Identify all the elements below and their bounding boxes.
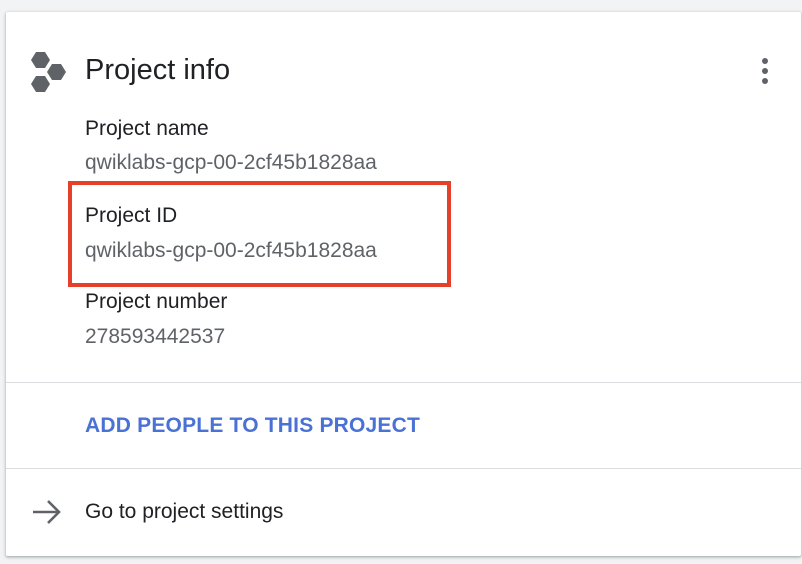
project-info-card: Project info Project name qwiklabs-gcp-0… — [6, 12, 801, 556]
project-settings-label: Go to project settings — [85, 500, 284, 523]
project-id-label: Project ID — [85, 204, 178, 227]
more-vert-icon-dot — [762, 78, 768, 84]
more-options-button[interactable] — [753, 56, 777, 86]
project-number-label: Project number — [85, 290, 228, 313]
project-number-value: 278593442537 — [85, 325, 226, 348]
add-people-button[interactable]: ADD PEOPLE TO THIS PROJECT — [85, 412, 420, 440]
arrow-right-icon — [33, 500, 61, 524]
divider — [6, 382, 801, 383]
project-id-highlight — [68, 181, 451, 287]
more-vert-icon — [762, 58, 768, 64]
project-name-value: qwiklabs-gcp-00-2cf45b1828aa — [85, 151, 377, 174]
more-vert-icon-dot — [762, 68, 768, 74]
card-header: Project info — [6, 12, 801, 112]
hexagon-cluster-icon — [31, 52, 66, 92]
card-title: Project info — [85, 54, 231, 86]
project-name-label: Project name — [85, 117, 209, 140]
project-id-value: qwiklabs-gcp-00-2cf45b1828aa — [85, 239, 377, 262]
project-settings-link[interactable]: Go to project settings — [6, 469, 801, 555]
